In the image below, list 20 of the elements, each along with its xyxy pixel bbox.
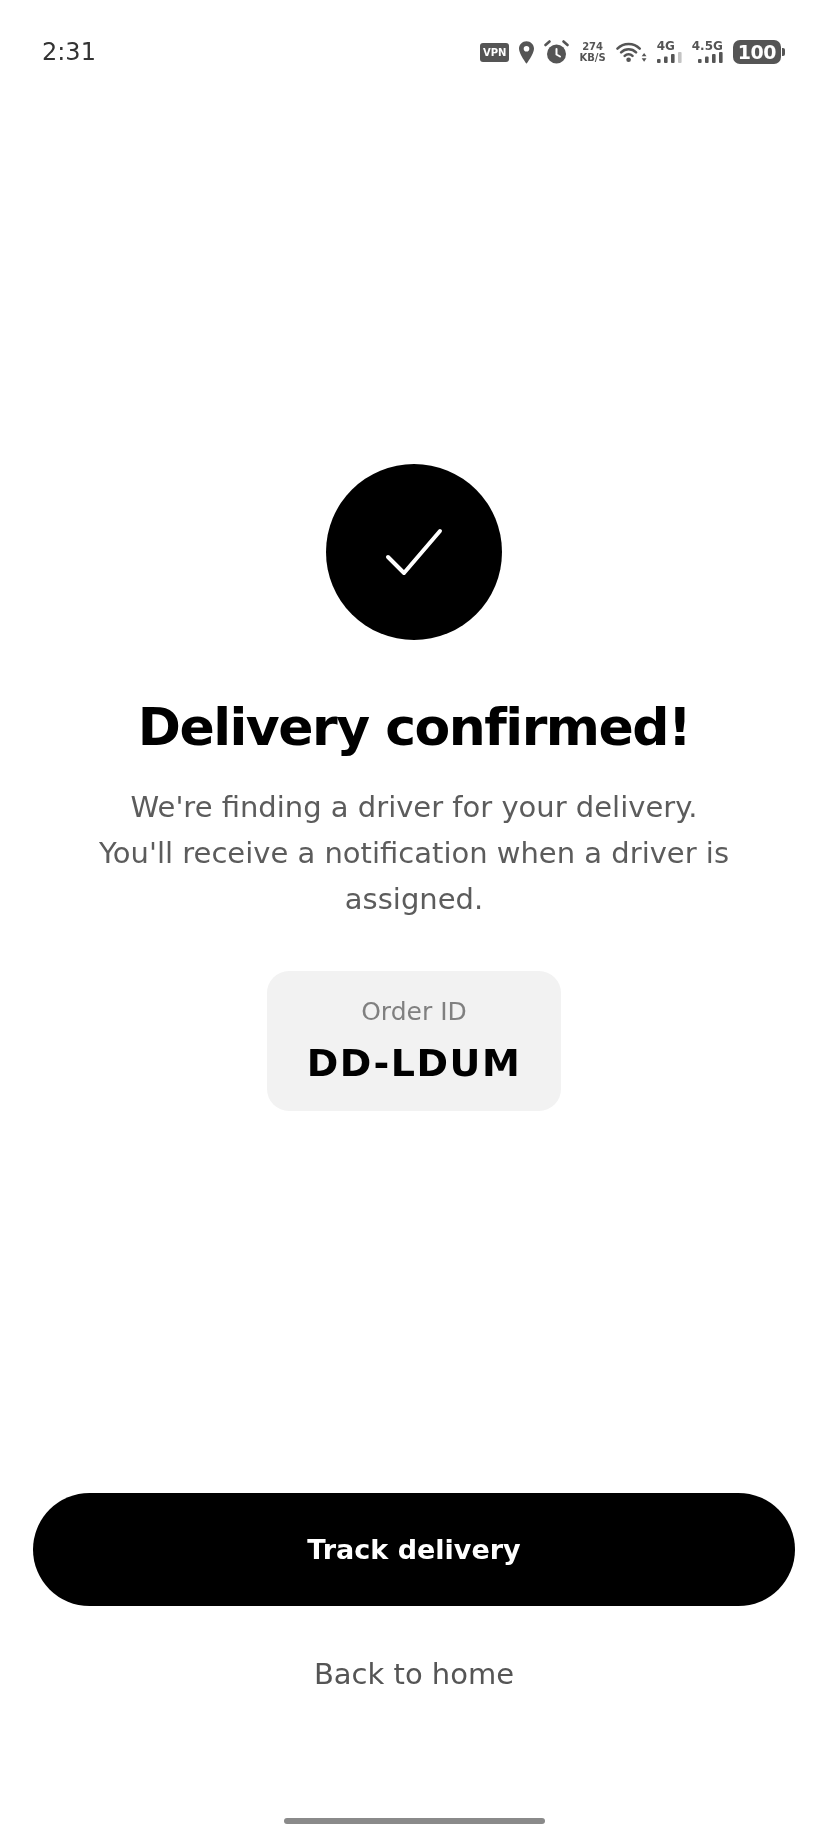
confirmation-message: We're finding a driver for your delivery. You'll receive a notification when a driver is assigned. [98,789,730,918]
signal-bars-icon [697,51,723,63]
home-indicator[interactable] [283,1818,545,1824]
signal-bars-icon [656,51,682,63]
track-delivery-button[interactable]: Track delivery [33,1493,795,1606]
wifi-icon [615,41,647,63]
vpn-badge: VPN [480,42,510,62]
network-speed-unit: KB/S [579,52,606,63]
network-type-label: 4.5G [691,39,723,52]
order-id-label: Order ID [361,996,467,1028]
network-type-label: 4G [656,39,675,52]
check-circle-icon [326,464,502,640]
confirmation-title: Delivery confirmed! [137,696,691,759]
order-id-value: DD-LDUM [306,1041,522,1085]
back-to-home-link[interactable]: Back to home [289,1647,539,1701]
battery-indicator: 100 [732,40,785,64]
network-speed-value: 274 [582,41,604,52]
location-pin-icon [519,40,535,64]
alarm-clock-icon [544,40,570,64]
status-time: 2:31 [42,38,96,66]
